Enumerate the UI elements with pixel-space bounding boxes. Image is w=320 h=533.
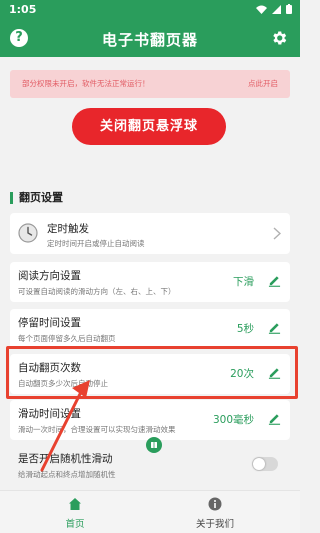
setting-title: 停留时间设置 (18, 317, 81, 329)
pencil-icon[interactable] (268, 321, 281, 334)
status-bar: 1:05 (0, 0, 300, 20)
setting-title: 滑动时间设置 (18, 408, 81, 420)
floating-action-button[interactable] (146, 437, 162, 453)
setting-desc: 给滑动起点和终点增加随机性 (18, 470, 116, 479)
setting-swipe-time[interactable]: 滑动时间设置 滑动一次时间，合理设置可以实现匀速滑动效果 300毫秒 (10, 400, 290, 440)
setting-value: 5秒 (236, 323, 254, 335)
warning-message: 部分权限未开启，软件无法正常运行！ (22, 79, 150, 88)
pencil-icon[interactable] (268, 274, 281, 287)
signal-icon (272, 4, 281, 14)
random-swipe-toggle[interactable] (252, 457, 278, 471)
setting-desc: 每个页面停留多久后自动翻页 (18, 334, 116, 343)
setting-title: 阅读方向设置 (18, 270, 81, 282)
battery-icon (286, 4, 292, 14)
chevron-right-icon (273, 227, 281, 240)
close-float-ball-button[interactable]: 关闭翻页悬浮球 (72, 108, 226, 145)
info-icon (208, 497, 222, 511)
setting-value: 下滑 (233, 276, 254, 288)
annotation-highlight-box (6, 346, 298, 399)
home-icon (69, 498, 81, 510)
section-title: 翻页设置 (10, 192, 63, 204)
permission-warning-banner[interactable]: 部分权限未开启，软件无法正常运行！ 点此开启 (10, 70, 290, 98)
tab-about[interactable]: 关于我们 (140, 491, 290, 533)
pencil-icon[interactable] (268, 412, 281, 425)
setting-desc: 定时时间开启或停止自动阅读 (47, 239, 145, 248)
app-bar: ? 电子书翻页器 (0, 20, 300, 57)
app-title: 电子书翻页器 (101, 31, 198, 49)
setting-desc: 滑动一次时间，合理设置可以实现匀速滑动效果 (18, 425, 176, 434)
status-time: 1:05 (9, 3, 37, 16)
clock-icon (18, 223, 38, 243)
tab-label: 关于我们 (195, 519, 234, 530)
gear-icon[interactable] (270, 29, 288, 47)
setting-desc: 可设置自动阅读的滑动方向（左、右、上、下） (18, 287, 176, 296)
setting-dwell-time[interactable]: 停留时间设置 每个页面停留多久后自动翻页 5秒 (10, 309, 290, 349)
book-icon (151, 442, 157, 448)
setting-value: 300毫秒 (212, 414, 254, 426)
setting-title: 定时触发 (47, 223, 89, 235)
tab-label: 首页 (65, 519, 85, 530)
toggle-knob (253, 458, 265, 470)
wifi-icon (256, 5, 267, 14)
tab-home[interactable]: 首页 (0, 491, 150, 533)
setting-timer[interactable]: 定时触发 定时时间开启或停止自动阅读 (10, 213, 290, 254)
enable-permission-link[interactable]: 点此开启 (248, 78, 278, 89)
setting-title: 是否开启随机性滑动 (18, 453, 113, 465)
setting-direction[interactable]: 阅读方向设置 可设置自动阅读的滑动方向（左、右、上、下） 下滑 (10, 262, 290, 302)
bottom-tab-bar: 首页 关于我们 (0, 490, 300, 533)
status-icons (256, 4, 292, 14)
